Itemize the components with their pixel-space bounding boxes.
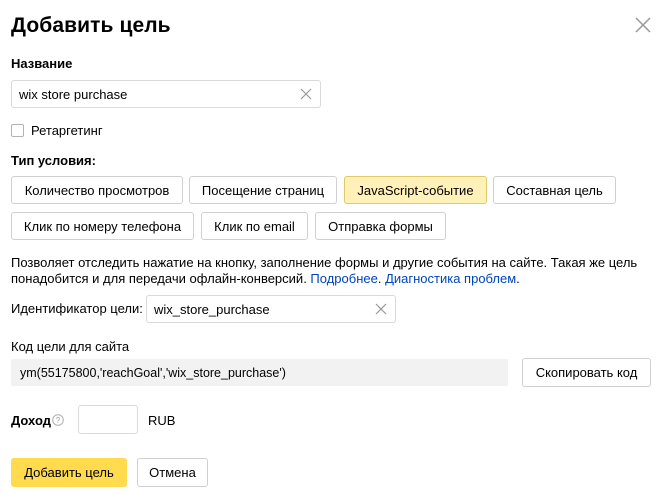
condition-option-page-visits[interactable]: Посещение страниц [189, 176, 337, 204]
dialog-title: Добавить цель [11, 14, 171, 37]
condition-type-label: Тип условия: [11, 153, 96, 168]
condition-option-composite[interactable]: Составная цель [493, 176, 616, 204]
cancel-button[interactable]: Отмена [137, 458, 208, 487]
goal-id-label: Идентификатор цели: [11, 301, 143, 316]
goal-id-input[interactable]: wix_store_purchase [146, 295, 396, 323]
clear-icon[interactable] [375, 303, 387, 315]
income-label: Доход [11, 413, 51, 428]
diagnostics-link[interactable]: Диагностика проблем [385, 271, 516, 286]
income-currency: RUB [148, 413, 176, 428]
condition-option-views[interactable]: Количество просмотров [11, 176, 183, 204]
copy-code-button[interactable]: Скопировать код [522, 358, 651, 387]
more-link[interactable]: Подробнее [310, 271, 377, 286]
goal-code-label: Код цели для сайта [11, 339, 130, 354]
close-icon[interactable] [634, 16, 652, 34]
goal-id-value: wix_store_purchase [154, 301, 270, 317]
add-goal-button[interactable]: Добавить цель [11, 458, 127, 487]
condition-description: Позволяет отследить нажатие на кнопку, з… [11, 255, 638, 286]
name-input[interactable]: wix store purchase [11, 80, 321, 108]
name-label: Название [11, 56, 73, 71]
name-input-value: wix store purchase [19, 86, 128, 102]
condition-option-phone-click[interactable]: Клик по номеру телефона [11, 212, 194, 240]
retargeting-label: Ретаргетинг [31, 123, 103, 138]
question-icon[interactable]: ? [52, 414, 64, 426]
condition-option-email-click[interactable]: Клик по email [201, 212, 308, 240]
income-input[interactable] [78, 405, 138, 434]
condition-option-js-event[interactable]: JavaScript-событие [344, 176, 487, 204]
goal-code-box: ym(55175800,'reachGoal','wix_store_purch… [11, 359, 508, 386]
condition-option-form-submit[interactable]: Отправка формы [315, 212, 446, 240]
svg-text:?: ? [56, 416, 61, 425]
clear-icon[interactable] [300, 88, 312, 100]
retargeting-checkbox[interactable] [11, 124, 24, 137]
